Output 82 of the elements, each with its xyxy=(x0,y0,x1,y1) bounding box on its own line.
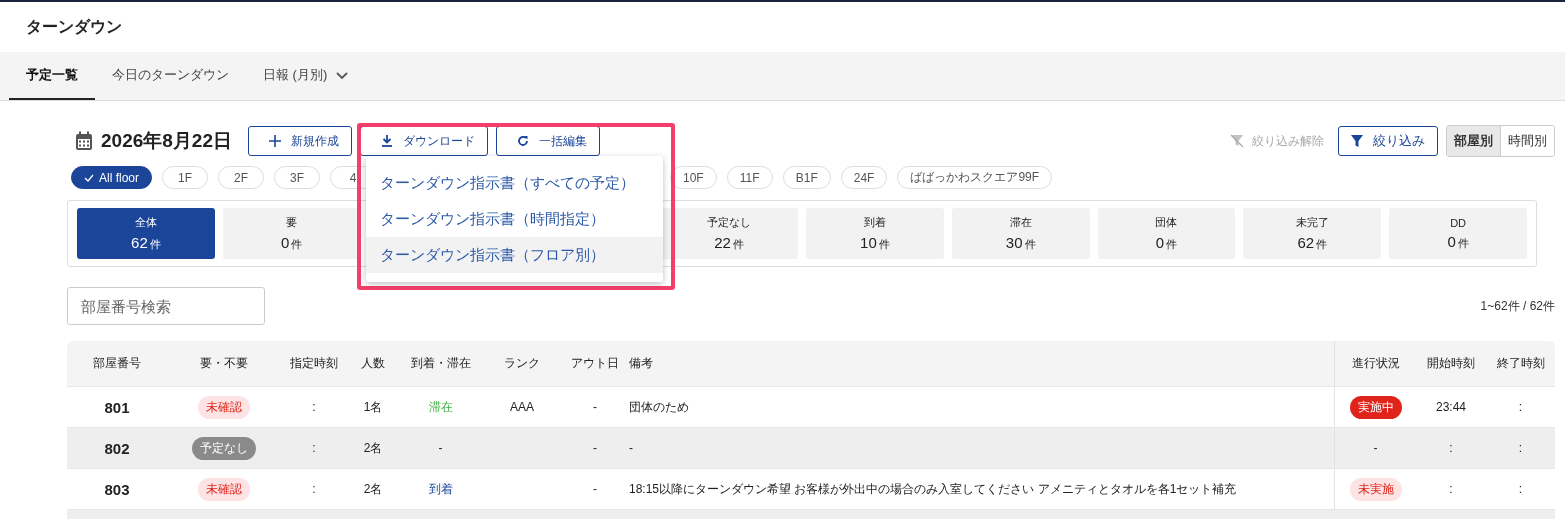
view-toggle[interactable]: 時間別 xyxy=(1500,126,1554,156)
stat-card[interactable]: 滞在 30 件 xyxy=(951,208,1090,259)
result-count: 1~62件 / 62件 xyxy=(1480,297,1555,315)
note-text: 18:15以降にターンダウン希望 お客様が外出中の場合のみ入室してください アメニティとタオルを各1セット補充 xyxy=(629,480,1237,498)
floor-chip[interactable]: ばばっかわスクエア99F xyxy=(897,166,1053,189)
search-field[interactable]: 部屋番号検索 xyxy=(67,287,265,325)
table-row[interactable] xyxy=(67,510,1555,519)
date-heading: 2026年8月22日 xyxy=(101,129,232,153)
refresh-icon xyxy=(516,135,529,147)
table-cell: 2名 xyxy=(363,480,383,498)
column-header: ランク xyxy=(503,355,541,372)
floor-chip[interactable]: 1F xyxy=(162,166,208,189)
status-badge: 未確認 xyxy=(197,477,250,501)
table-cell: : xyxy=(1518,400,1523,414)
room-number: 803 xyxy=(104,480,130,498)
tab[interactable]: 日報 (月別) xyxy=(246,52,367,100)
table-cell: - xyxy=(593,400,597,414)
arrival-status: 滞在 xyxy=(428,398,453,416)
floor-chip[interactable]: 2F xyxy=(218,166,264,189)
note-text: 団体のため xyxy=(629,398,689,416)
stat-card[interactable]: 団体 0件 xyxy=(1097,208,1236,259)
menu-item[interactable]: ターンダウン指示書（時間指定） xyxy=(366,201,663,237)
stat-card[interactable]: DD 0件 xyxy=(1389,208,1527,259)
view-toggle[interactable]: 部屋別 xyxy=(1447,126,1500,156)
stat-card[interactable]: 到着 10件 xyxy=(806,208,944,259)
table-cell: 23:44 xyxy=(1436,400,1466,414)
table-cell: : xyxy=(1518,482,1523,496)
status-badge: 予定なし xyxy=(191,436,256,460)
bulk-edit-button[interactable]: 一括編集 xyxy=(495,126,600,156)
column-header: 開始時刻 xyxy=(1426,355,1476,372)
table-cell: : xyxy=(1518,441,1523,455)
column-header: 部屋番号 xyxy=(92,355,142,372)
progress-text: - xyxy=(1373,441,1378,455)
filter-icon xyxy=(1351,134,1363,148)
plus-icon xyxy=(268,135,281,147)
table-cell: 1名 xyxy=(363,398,383,416)
table-cell: : xyxy=(312,482,316,496)
stat-card[interactable]: 予定なし 22 件 xyxy=(660,208,798,259)
tab[interactable]: 今日のターンダウン xyxy=(95,52,246,100)
arrival-status: 到着 xyxy=(428,480,453,498)
stat-card[interactable]: 全体 62 件 xyxy=(77,208,215,259)
column-header: 終了時刻 xyxy=(1495,355,1546,372)
table-cell: : xyxy=(312,400,316,414)
progress-badge: 実施中 xyxy=(1349,395,1402,419)
room-number: 802 xyxy=(104,439,130,457)
floor-chip[interactable]: All floor xyxy=(71,166,152,189)
table-cell: - xyxy=(593,441,597,455)
download-button[interactable]: ダウンロード xyxy=(359,126,488,156)
table-cell: : xyxy=(1449,441,1453,455)
note-text: - xyxy=(629,441,633,455)
column-header: 備考 xyxy=(629,355,654,372)
floor-chip[interactable]: B1F xyxy=(782,166,831,189)
column-header: 到着・滞在 xyxy=(409,355,472,372)
column-header: 人数 xyxy=(360,355,386,372)
column-header: 進行状況 xyxy=(1334,341,1416,386)
column-header: 指定時刻 xyxy=(289,355,339,372)
table-row[interactable]: 802 予定なし : 2名 - - - - : : xyxy=(67,428,1555,469)
download-icon xyxy=(380,135,393,147)
status-badge: 未確認 xyxy=(197,395,250,419)
table-cell: - xyxy=(593,482,597,496)
progress-badge: 未実施 xyxy=(1349,477,1402,501)
tab[interactable]: 予定一覧 xyxy=(9,52,95,100)
table-cell: AAA xyxy=(510,400,534,414)
menu-item[interactable]: ターンダウン指示書（フロア別） xyxy=(366,237,663,273)
column-header: アウト日 xyxy=(570,355,620,372)
filter-button[interactable]: 絞り込み xyxy=(1338,126,1438,156)
menu-item[interactable]: ターンダウン指示書（すべての予定） xyxy=(366,165,663,201)
floor-chip[interactable]: 3F xyxy=(274,166,320,189)
create-button[interactable]: 新規作成 xyxy=(247,126,352,156)
table-cell: : xyxy=(1449,482,1453,496)
calendar-icon xyxy=(75,131,93,151)
room-number: 801 xyxy=(104,398,130,416)
floor-chip[interactable]: 11F xyxy=(726,166,773,189)
floor-chip[interactable]: 24F xyxy=(840,166,888,189)
page-title: ターンダウン xyxy=(26,16,122,37)
check-icon xyxy=(84,173,94,182)
table-cell: 2名 xyxy=(363,439,383,457)
table-cell: : xyxy=(312,441,316,455)
arrival-status: - xyxy=(438,441,443,455)
column-header: 要・不要 xyxy=(198,355,249,372)
stat-card[interactable]: 未完了 62件 xyxy=(1243,208,1382,259)
filter-off-icon xyxy=(1230,134,1244,148)
